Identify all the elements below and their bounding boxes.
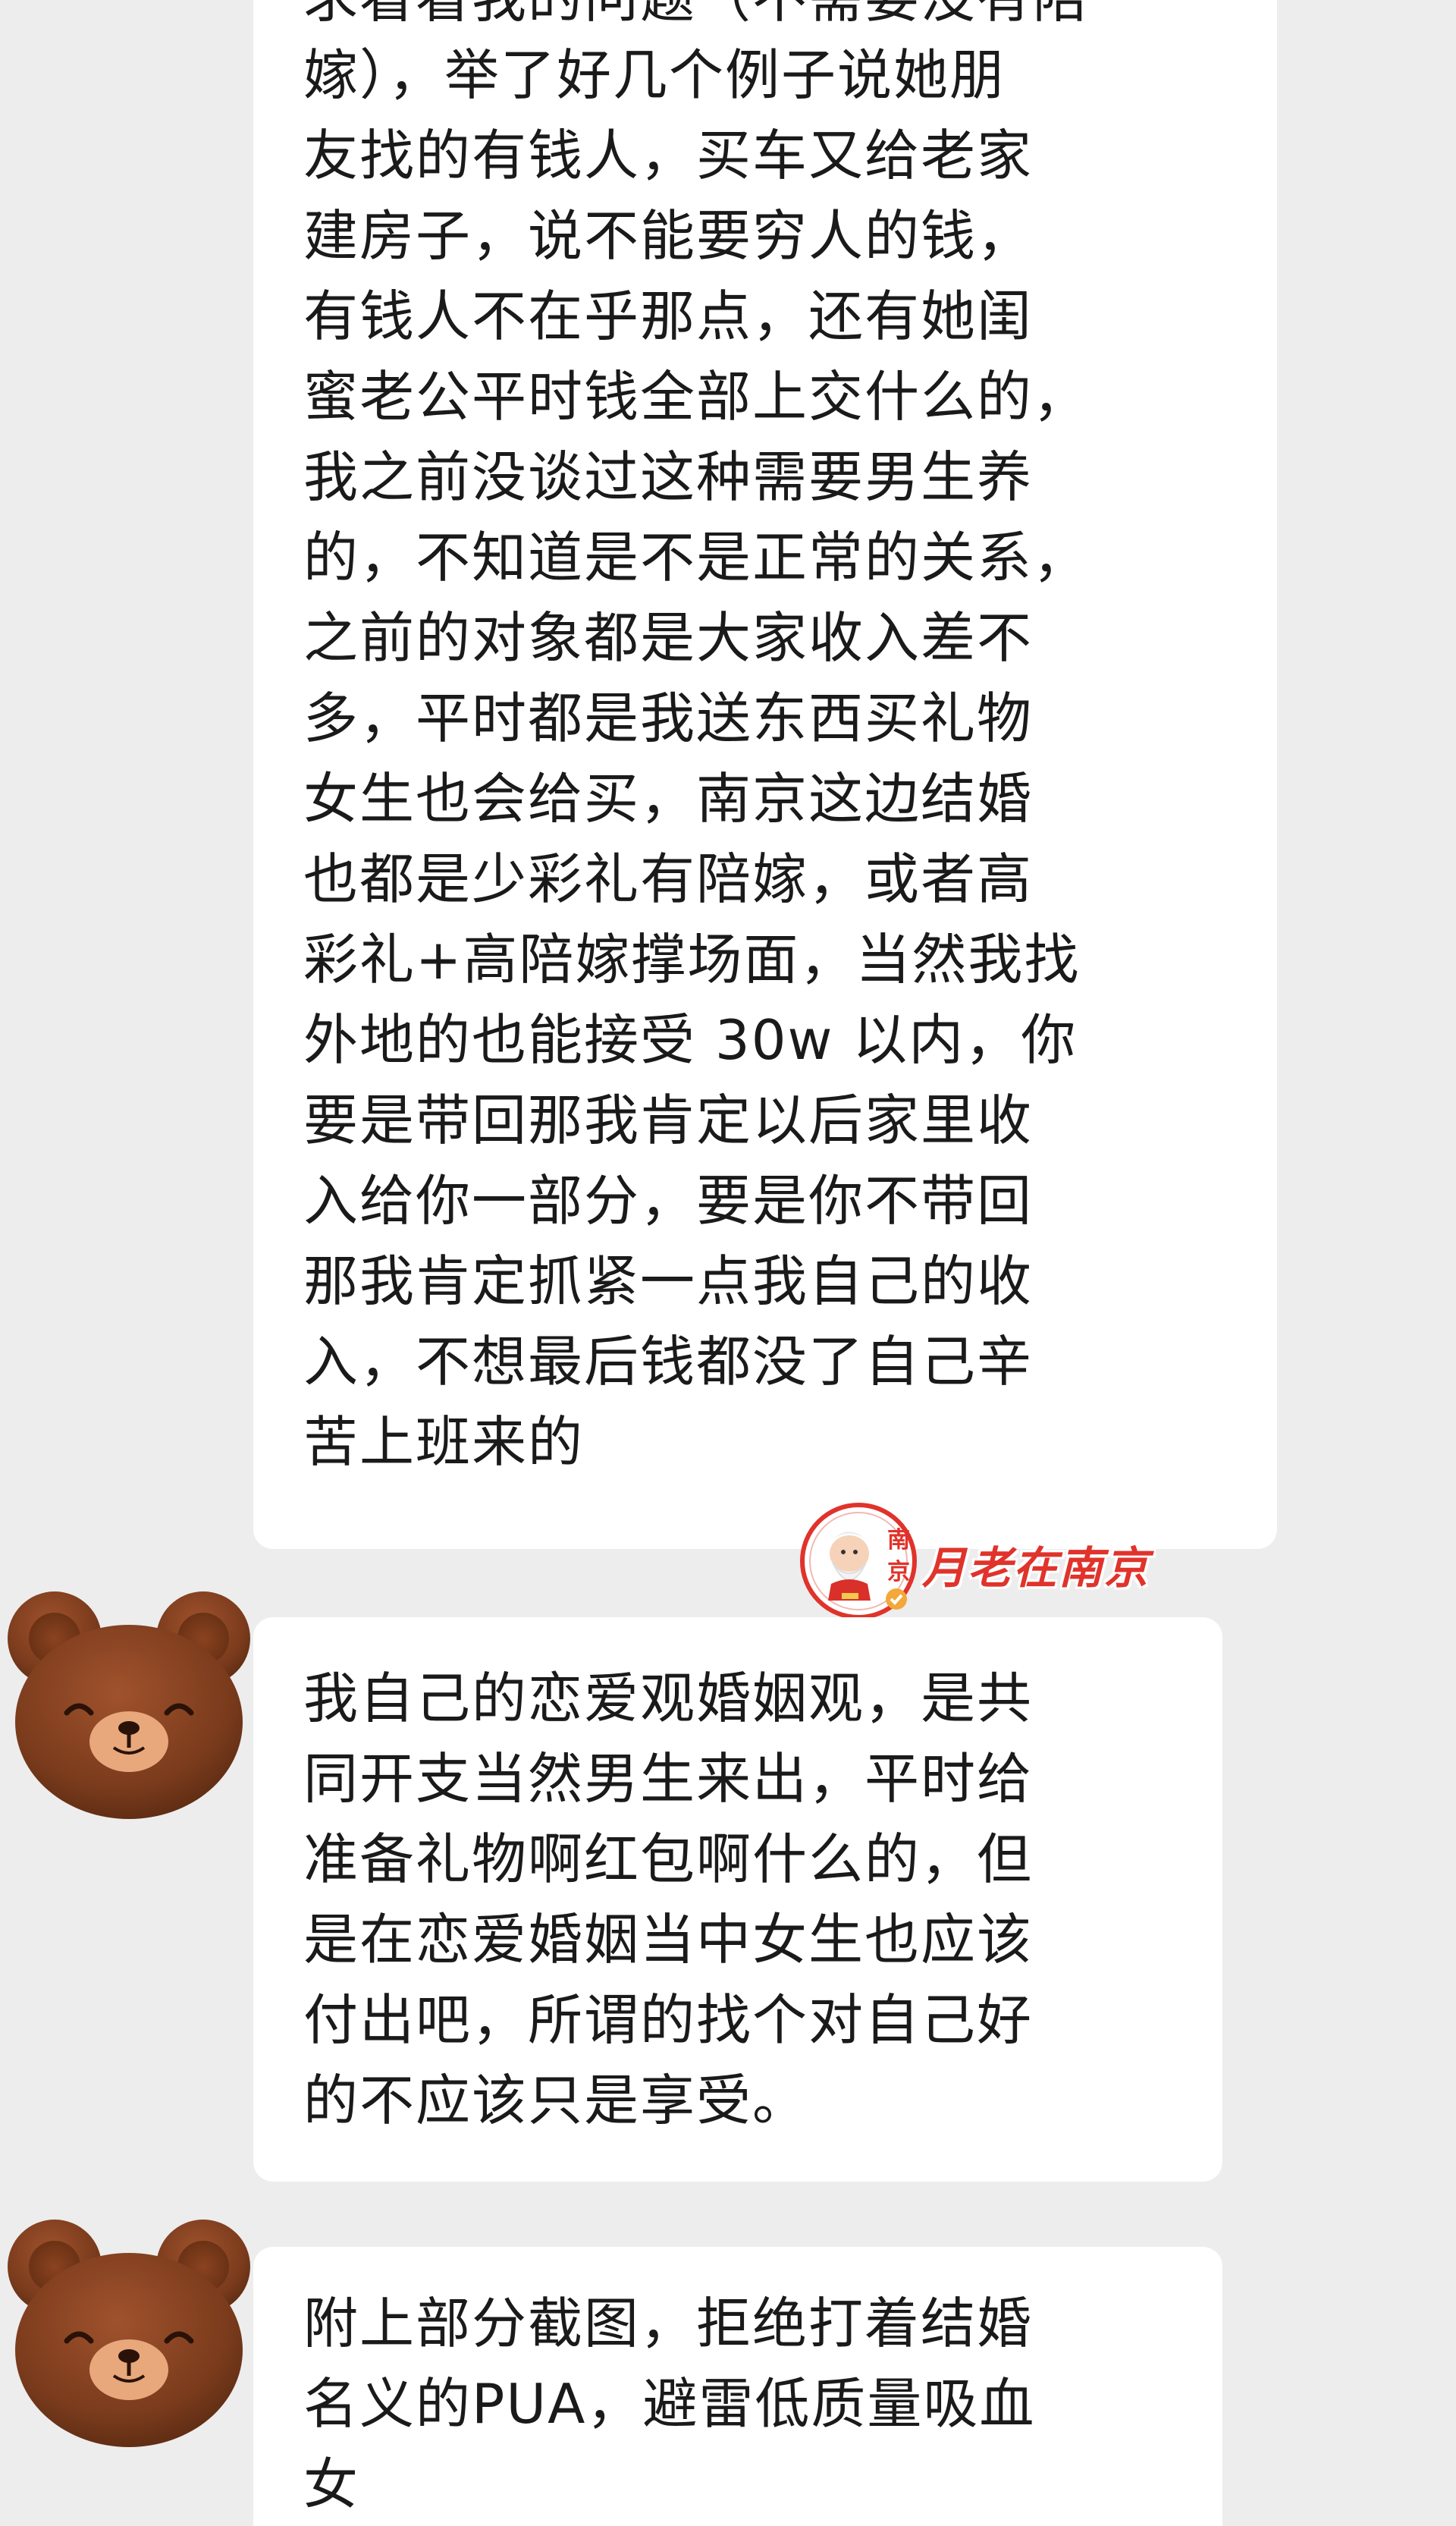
message-line: 女生也会给买，南京这边结婚 <box>303 767 1034 831</box>
message-line: 蜜老公平时钱全部上交什么的， <box>303 365 1090 429</box>
message-line: 女 <box>303 2452 360 2516</box>
message-bubble[interactable]: 附上部分截图，拒绝打着结婚 名义的PUA，避雷低质量吸血 女 <box>253 2247 1222 2526</box>
message-line: 的不应该只是享受。 <box>303 2069 809 2132</box>
message-line: 友找的有钱人，买车又给老家 <box>303 124 1034 187</box>
message-line: 嫁），举了好几个例子说她朋 <box>303 43 1006 107</box>
message-line: 同开支当然男生来出，平时给 <box>303 1747 1034 1811</box>
message-line: 之前的对象都是大家收入差不 <box>303 606 1034 670</box>
message-line: 也都是少彩礼有陪嫁，或者高 <box>303 847 1034 911</box>
watermark-text: 月老在南京 <box>922 1542 1150 1594</box>
message-bubble[interactable]: 求看看我的问题（不需要没有陪 嫁），举了好几个例子说她朋 友找的有钱人，买车又给… <box>253 0 1277 1549</box>
message-line: 彩礼+高陪嫁撑场面，当然我找 <box>303 928 1081 991</box>
seal-char: 京 <box>887 1559 910 1585</box>
message-line: 建房子，说不能要穷人的钱， <box>303 204 1034 268</box>
watermark: 南 京 月老在南京 <box>798 1500 1192 1622</box>
message-line: 我之前没谈过这种需要男生养 <box>303 445 1034 509</box>
message-line: 苦上班来的 <box>303 1410 585 1474</box>
message-line: 名义的PUA，避雷低质量吸血 <box>303 2372 1036 2436</box>
matchmaker-seal-icon: 南 京 <box>800 1503 917 1620</box>
message-line: 附上部分截图，拒绝打着结婚 <box>303 2292 1034 2355</box>
message-line: 付出吧，所谓的找个对自己好 <box>303 1988 1034 2052</box>
message-line: 准备礼物啊红包啊什么的，但 <box>303 1827 1034 1891</box>
message-bubble[interactable]: 我自己的恋爱观婚姻观，是共 同开支当然男生来出，平时给 准备礼物啊红包啊什么的，… <box>253 1617 1222 2182</box>
message-line: 多，平时都是我送东西买礼物 <box>303 686 1034 750</box>
message-line: 入给你一部分，要是你不带回 <box>303 1169 1034 1233</box>
chat-area: 求看看我的问题（不需要没有陪 嫁），举了好几个例子说她朋 友找的有钱人，买车又给… <box>0 0 1456 2526</box>
message-line: 的，不知道是不是正常的关系， <box>303 526 1090 589</box>
bear-avatar-icon[interactable] <box>0 1585 258 1828</box>
message-line: 我自己的恋爱观婚姻观，是共 <box>303 1667 1034 1730</box>
seal-char: 南 <box>887 1527 910 1554</box>
message-line: 有钱人不在乎那点，还有她闺 <box>303 284 1034 348</box>
message-line-partial: 求看看我的问题（不需要没有陪 <box>303 0 1232 35</box>
message-line: 是在恋爱婚姻当中女生也应该 <box>303 1908 1034 1971</box>
message-line: 那我肯定抓紧一点我自己的收 <box>303 1249 1034 1313</box>
bear-avatar-icon[interactable] <box>0 2213 258 2456</box>
message-line: 入，不想最后钱都没了自己辛 <box>303 1330 1034 1393</box>
message-line: 外地的也能接受 30w 以内，你 <box>303 1008 1078 1072</box>
message-line: 要是带回那我肯定以后家里收 <box>303 1089 1034 1152</box>
